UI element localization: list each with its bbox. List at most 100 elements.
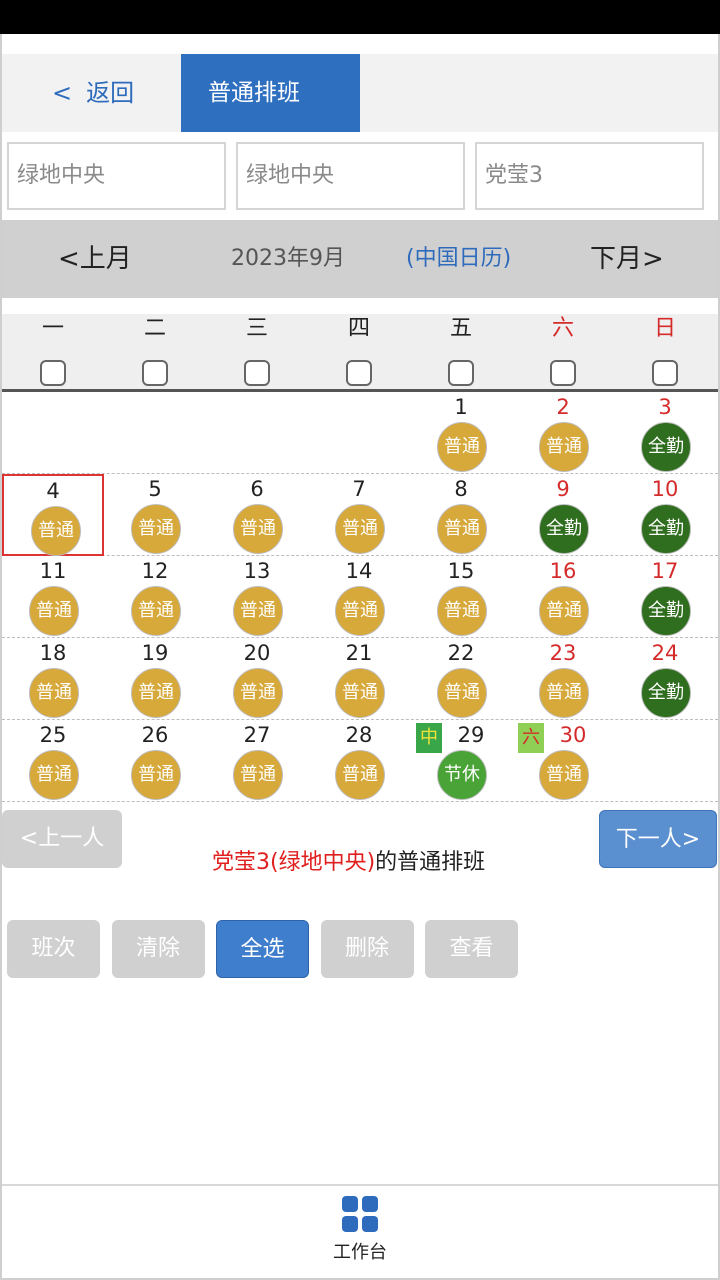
calendar-type-toggle[interactable]: (中国日历)	[406, 220, 511, 298]
shift-badge-full[interactable]: 全勤	[641, 586, 691, 636]
prev-person-button[interactable]: <上一人	[2, 810, 122, 868]
shift-badge-full[interactable]: 全勤	[641, 504, 691, 554]
shift-badge-normal[interactable]: 普通	[437, 504, 487, 554]
calendar-day-cell[interactable]: 11 普通	[2, 556, 104, 638]
delete-button[interactable]: 删除	[320, 920, 414, 978]
shift-badge-full[interactable]: 全勤	[641, 668, 691, 718]
day-number: 1	[454, 395, 468, 419]
calendar-day-cell[interactable]: 14 普通	[308, 556, 410, 638]
calendar-day-cell[interactable]: 19 普通	[104, 638, 206, 720]
select-all-button[interactable]: 全选	[216, 920, 309, 978]
department-filter[interactable]: 绿地中央	[236, 142, 465, 210]
calendar-day-cell[interactable]: 30 六普通	[512, 720, 614, 802]
weekday-checkbox[interactable]	[346, 360, 372, 386]
weekday-checkbox[interactable]	[142, 360, 168, 386]
shift-badge-normal[interactable]: 普通	[539, 422, 589, 472]
weekday-column-4: 四	[308, 314, 410, 386]
calendar-day-cell[interactable]: 25 普通	[2, 720, 104, 802]
day-number: 16	[549, 559, 577, 583]
tab-workbench[interactable]: 工作台	[320, 1196, 400, 1264]
shift-badge-normal[interactable]: 普通	[29, 586, 79, 636]
weekday-column-1: 一	[2, 314, 104, 386]
calendar-day-cell[interactable]: 29 中节休	[410, 720, 512, 802]
day-number: 10	[651, 477, 679, 501]
calendar-day-cell[interactable]: 1 普通	[410, 392, 512, 474]
shift-badge-normal[interactable]: 普通	[233, 750, 283, 800]
calendar-day-cell[interactable]: 21 普通	[308, 638, 410, 720]
weekday-label: 一	[41, 316, 64, 341]
page-title[interactable]: 普通排班	[181, 54, 360, 132]
shift-badge-normal[interactable]: 普通	[539, 586, 589, 636]
shift-badge-holiday[interactable]: 节休	[437, 750, 487, 800]
calendar-day-cell[interactable]: 12 普通	[104, 556, 206, 638]
calendar-day-cell[interactable]: 24 全勤	[614, 638, 716, 720]
weekday-checkbox[interactable]	[652, 360, 678, 386]
weekday-label: 五	[449, 316, 472, 341]
calendar-day-cell[interactable]: 17 全勤	[614, 556, 716, 638]
status-bar	[0, 0, 720, 34]
calendar-day-cell[interactable]: 18 普通	[2, 638, 104, 720]
calendar-day-cell[interactable]: 26 普通	[104, 720, 206, 802]
next-person-button[interactable]: 下一人>	[599, 810, 717, 868]
shift-badge-normal[interactable]: 普通	[29, 668, 79, 718]
tab-workbench-label: 工作台	[333, 1242, 387, 1263]
calendar-day-cell[interactable]: 23 普通	[512, 638, 614, 720]
day-number: 8	[454, 477, 468, 501]
calendar-day-cell[interactable]: 15 普通	[410, 556, 512, 638]
employee-filter[interactable]: 党莹3	[475, 142, 704, 210]
next-month-button[interactable]: 下月>	[590, 220, 664, 298]
day-number: 11	[39, 559, 67, 583]
shift-badge-normal[interactable]: 普通	[539, 668, 589, 718]
calendar-day-cell[interactable]: 22 普通	[410, 638, 512, 720]
calendar-day-cell[interactable]: 13 普通	[206, 556, 308, 638]
shift-button[interactable]: 班次	[7, 920, 100, 978]
calendar-day-cell[interactable]: 8 普通	[410, 474, 512, 556]
shift-badge-normal[interactable]: 普通	[437, 422, 487, 472]
shift-badge-normal[interactable]: 普通	[335, 504, 385, 554]
calendar-day-cell[interactable]: 9 全勤	[512, 474, 614, 556]
calendar-day-cell[interactable]: 16 普通	[512, 556, 614, 638]
calendar-week-row: 25 普通 26 普通 27 普通 28 普通 29 中节休 30 六普通	[2, 720, 718, 802]
back-button[interactable]: < 返回	[52, 76, 134, 110]
weekday-checkbox[interactable]	[40, 360, 66, 386]
shift-badge-normal[interactable]: 普通	[335, 750, 385, 800]
shift-badge-normal[interactable]: 普通	[335, 586, 385, 636]
shift-badge-full[interactable]: 全勤	[539, 504, 589, 554]
calendar-day-cell[interactable]: 7 普通	[308, 474, 410, 556]
shift-badge-normal[interactable]: 普通	[31, 506, 81, 556]
shift-badge-normal[interactable]: 普通	[131, 668, 181, 718]
shift-badge-normal[interactable]: 普通	[539, 750, 589, 800]
weekday-column-7: 日	[614, 314, 716, 386]
shift-badge-normal[interactable]: 普通	[335, 668, 385, 718]
shift-badge-normal[interactable]: 普通	[233, 586, 283, 636]
shift-badge-normal[interactable]: 普通	[131, 504, 181, 554]
weekday-checkbox[interactable]	[244, 360, 270, 386]
caption-org: (绿地中央)	[270, 850, 376, 875]
calendar-day-cell[interactable]: 10 全勤	[614, 474, 716, 556]
clear-button[interactable]: 清除	[111, 920, 205, 978]
calendar-day-cell[interactable]: 4 普通	[2, 474, 104, 556]
shift-badge-normal[interactable]: 普通	[29, 750, 79, 800]
calendar-day-cell[interactable]: 20 普通	[206, 638, 308, 720]
shift-badge-normal[interactable]: 普通	[233, 668, 283, 718]
weekday-checkbox[interactable]	[550, 360, 576, 386]
shift-badge-normal[interactable]: 普通	[437, 586, 487, 636]
project-filter[interactable]: 绿地中央	[7, 142, 226, 210]
calendar-day-cell[interactable]: 6 普通	[206, 474, 308, 556]
day-number: 3	[658, 395, 672, 419]
view-button[interactable]: 查看	[425, 920, 518, 978]
shift-badge-normal[interactable]: 普通	[437, 668, 487, 718]
calendar-day-cell[interactable]: 28 普通	[308, 720, 410, 802]
calendar-day-cell[interactable]: 27 普通	[206, 720, 308, 802]
weekday-checkbox[interactable]	[448, 360, 474, 386]
shift-badge-normal[interactable]: 普通	[131, 586, 181, 636]
shift-badge-normal[interactable]: 普通	[131, 750, 181, 800]
calendar-day-cell[interactable]: 3 全勤	[614, 392, 716, 474]
calendar-day-cell[interactable]: 5 普通	[104, 474, 206, 556]
calendar-day-cell[interactable]: 2 普通	[512, 392, 614, 474]
shift-badge-normal[interactable]: 普通	[233, 504, 283, 554]
back-label: 返回	[86, 79, 135, 107]
weekday-label: 二	[143, 316, 166, 341]
shift-badge-full[interactable]: 全勤	[641, 422, 691, 472]
prev-month-button[interactable]: <上月	[58, 220, 132, 298]
